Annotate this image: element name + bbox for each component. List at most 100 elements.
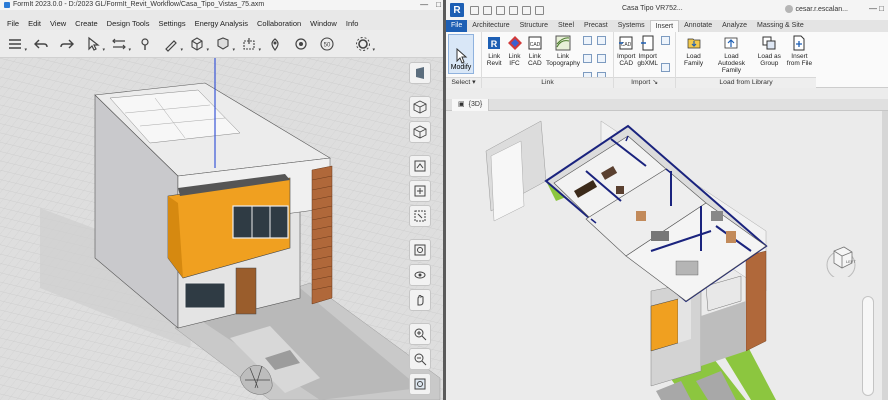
tab-file[interactable]: File xyxy=(446,20,468,32)
undo-icon[interactable] xyxy=(32,35,50,53)
view-cube-face-label: LEFT xyxy=(846,259,856,264)
perspective-icon[interactable] xyxy=(409,62,431,84)
view-cube-icon[interactable]: LEFT xyxy=(824,243,858,277)
link-ifc-icon xyxy=(507,34,523,51)
scale-icon[interactable]: 50 xyxy=(318,35,336,53)
shape-icon[interactable]: ▾ xyxy=(188,35,209,53)
load-family-icon xyxy=(686,34,702,51)
window-controls[interactable]: — □ xyxy=(869,4,884,13)
print-icon[interactable] xyxy=(522,5,531,15)
menu-edit[interactable]: Edit xyxy=(25,18,47,30)
draw-icon[interactable]: ▾ xyxy=(162,35,183,53)
load-autodesk-family-icon xyxy=(723,34,739,51)
tab-massing-site[interactable]: Massing & Site xyxy=(752,20,809,32)
tab-architecture[interactable]: Architecture xyxy=(467,20,514,32)
link-revit-label: Link Revit xyxy=(486,53,502,67)
tab-analyze[interactable]: Analyze xyxy=(717,20,752,32)
paint-icon[interactable] xyxy=(136,35,154,53)
view-rotate-icon[interactable] xyxy=(409,239,431,261)
menu-info[interactable]: Info xyxy=(343,18,365,30)
tab-steel[interactable]: Steel xyxy=(553,20,579,32)
offset-icon[interactable] xyxy=(292,35,310,53)
open-icon[interactable] xyxy=(470,5,479,15)
link-ifc-label: Link IFC xyxy=(508,53,521,67)
measure-icon[interactable] xyxy=(535,5,544,15)
menu-create[interactable]: Create xyxy=(72,18,104,30)
undo-icon[interactable] xyxy=(496,5,505,15)
tab-annotate[interactable]: Annotate xyxy=(679,20,717,32)
tab-precast[interactable]: Precast xyxy=(579,20,613,32)
menu-collaboration[interactable]: Collaboration xyxy=(254,18,307,30)
zoom-extents-icon[interactable] xyxy=(409,373,431,395)
formit-window: FormIt 2023.0.0 - D:/2023 GL/FormIt_Revi… xyxy=(0,0,443,400)
tab-systems[interactable]: Systems xyxy=(613,20,650,32)
menu-settings[interactable]: Settings xyxy=(155,18,191,30)
formit-title: FormIt 2023.0.0 - D:/2023 GL/FormIt_Revi… xyxy=(13,1,265,8)
view-tab-3d[interactable]: ▣ {3D} xyxy=(452,99,490,111)
redo-icon[interactable] xyxy=(58,35,76,53)
point-cloud-icon[interactable] xyxy=(597,36,606,45)
menu-window[interactable]: Window xyxy=(307,18,343,30)
document-title: Casa Tipo VR752... xyxy=(622,5,683,12)
minimize-icon[interactable]: — xyxy=(420,0,428,10)
revit-logo-icon[interactable]: R xyxy=(450,3,464,17)
import-family-types-icon[interactable] xyxy=(661,63,671,72)
extrude-icon[interactable]: ▾ xyxy=(240,35,261,53)
manage-links-icon[interactable] xyxy=(597,54,606,63)
revit-window: R Casa Tipo VR752... cesar.r.escalan... … xyxy=(446,0,888,400)
move-icon[interactable]: ▾ xyxy=(110,35,131,53)
location-icon[interactable] xyxy=(266,35,284,53)
cube-front-icon[interactable] xyxy=(409,121,431,143)
ribbon-group-import: CAD Import CAD Import gbXML Import ↘ xyxy=(614,32,676,88)
menu-energy-analysis[interactable]: Energy Analysis xyxy=(192,18,254,30)
formit-3d-canvas[interactable] xyxy=(0,58,443,400)
view-tab-bar: ▣ {3D} xyxy=(446,99,888,111)
ribbon-group-select: Modify Select ▾ xyxy=(446,32,482,88)
view-home-icon[interactable] xyxy=(409,180,431,202)
view-tab-label: {3D} xyxy=(468,101,483,108)
link-topography-icon xyxy=(555,34,571,51)
ribbon-group-link: R Link Revit Link IFC CAD Link CAD Link … xyxy=(482,32,614,88)
cube-top-icon[interactable] xyxy=(409,96,431,118)
ribbon-panel-insert: Modify Select ▾ R Link Revit Link IFC CA… xyxy=(446,32,888,88)
load-as-group-icon xyxy=(761,34,777,51)
formit-model-view xyxy=(0,58,443,400)
link-revit-icon: R xyxy=(486,34,502,51)
maximize-icon[interactable]: □ xyxy=(436,0,441,10)
formit-view-sidebar xyxy=(409,62,435,395)
user-account[interactable]: cesar.r.escalan... xyxy=(785,5,848,13)
menu-design-tools[interactable]: Design Tools xyxy=(104,18,156,30)
import-cad-icon: CAD xyxy=(618,34,634,51)
view-orbit-icon[interactable] xyxy=(409,264,431,286)
redo-icon[interactable] xyxy=(509,5,518,15)
group-label-select[interactable]: Select ▾ xyxy=(446,77,481,88)
view-3d-icon[interactable] xyxy=(409,155,431,177)
navigation-bar[interactable] xyxy=(862,296,874,396)
layers-icon[interactable]: ▾ xyxy=(6,35,27,53)
pan-icon[interactable] xyxy=(409,289,431,311)
revit-3d-view[interactable]: LEFT xyxy=(446,111,888,400)
tab-structure[interactable]: Structure xyxy=(515,20,553,32)
settings-icon[interactable]: ▾ xyxy=(354,35,375,53)
zoom-window-icon[interactable] xyxy=(409,205,431,227)
window-controls[interactable]: — □ xyxy=(420,0,441,10)
select-icon[interactable]: ▾ xyxy=(84,35,105,53)
load-as-group-label: Load as Group xyxy=(757,53,781,67)
group-label-import[interactable]: Import ↘ xyxy=(614,77,675,88)
vertical-scrollbar[interactable] xyxy=(882,111,888,400)
menu-view[interactable]: View xyxy=(47,18,72,30)
insert-views-icon[interactable] xyxy=(661,36,671,45)
load-autodesk-family-label: Load Autodesk Family xyxy=(717,53,745,74)
group-icon[interactable]: ▾ xyxy=(214,35,235,53)
link-cad-icon: CAD xyxy=(527,34,543,51)
link-topography-label: Link Topography xyxy=(546,53,581,67)
decal-icon[interactable] xyxy=(583,36,592,45)
coordination-model-icon[interactable] xyxy=(583,54,592,63)
modify-button[interactable]: Modify xyxy=(448,34,474,74)
cursor-icon xyxy=(456,48,468,64)
menu-file[interactable]: File xyxy=(4,18,25,30)
save-icon[interactable] xyxy=(483,5,492,15)
zoom-in-icon[interactable] xyxy=(409,323,431,345)
tab-insert[interactable]: Insert xyxy=(649,20,680,32)
zoom-out-icon[interactable] xyxy=(409,348,431,370)
